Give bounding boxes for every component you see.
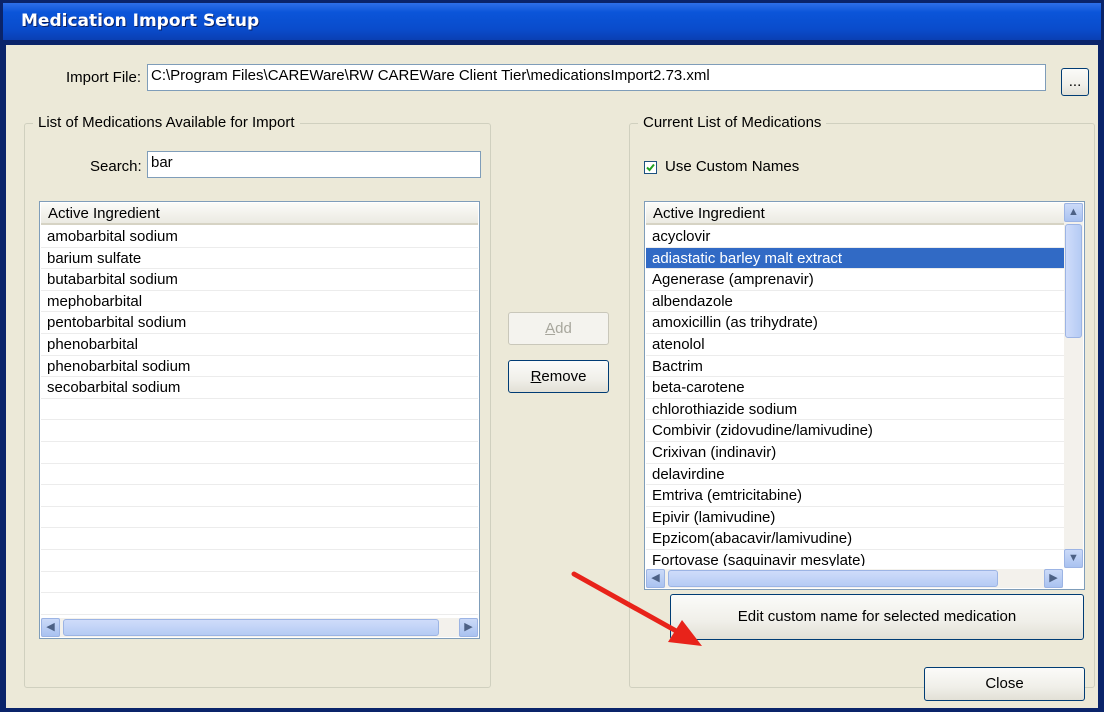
close-button[interactable]: Close bbox=[924, 667, 1085, 701]
current-list-item[interactable]: delavirdine bbox=[646, 464, 1064, 486]
available-group-title: List of Medications Available for Import bbox=[33, 114, 300, 131]
available-list-item[interactable]: butabarbital sodium bbox=[41, 269, 478, 291]
current-list-item[interactable]: amoxicillin (as trihydrate) bbox=[646, 312, 1064, 334]
scroll-thumb[interactable] bbox=[63, 619, 439, 636]
search-label: Search: bbox=[90, 158, 142, 175]
available-list-item[interactable] bbox=[41, 550, 478, 572]
current-medications-list: Active Ingredient acyclovir adiastatic ba… bbox=[644, 201, 1085, 590]
available-list-item[interactable] bbox=[41, 464, 478, 486]
add-mnemonic: A bbox=[545, 320, 556, 337]
title-bar[interactable]: Medication Import Setup bbox=[3, 3, 1101, 40]
current-vertical-scrollbar[interactable]: ▲ ▼ bbox=[1064, 203, 1083, 568]
available-list-item[interactable]: pentobarbital sodium bbox=[41, 312, 478, 334]
arrow-annotation-icon bbox=[571, 571, 702, 646]
remove-button[interactable]: Remove bbox=[508, 360, 609, 393]
scroll-left-icon[interactable]: ◀ bbox=[41, 618, 60, 637]
current-list-item[interactable]: Epzicom(abacavir/lamivudine) bbox=[646, 528, 1064, 550]
current-list-item[interactable]: Combivir (zidovudine/lamivudine) bbox=[646, 420, 1064, 442]
checkmark-icon bbox=[646, 163, 655, 172]
available-medications-list: Active Ingredient amobarbital sodium bari… bbox=[39, 201, 480, 639]
current-list-item[interactable]: Emtriva (emtricitabine) bbox=[646, 485, 1064, 507]
available-list-item[interactable] bbox=[41, 399, 478, 421]
dialog-window: Medication Import Setup Import File: C:\… bbox=[0, 0, 1104, 712]
available-list-item[interactable] bbox=[41, 420, 478, 442]
available-rows: amobarbital sodium barium sulfate butabarb… bbox=[41, 226, 478, 615]
available-list-item[interactable] bbox=[41, 593, 478, 615]
use-custom-names-checkbox[interactable] bbox=[644, 161, 657, 174]
current-list-item[interactable]: chlorothiazide sodium bbox=[646, 399, 1064, 421]
available-list-item[interactable]: secobarbital sodium bbox=[41, 377, 478, 399]
browse-button[interactable]: ... bbox=[1061, 68, 1089, 96]
available-list-item[interactable] bbox=[41, 442, 478, 464]
available-list-item[interactable] bbox=[41, 572, 478, 594]
edit-custom-name-button[interactable]: Edit custom name for selected medication bbox=[670, 594, 1084, 640]
add-button[interactable]: Add bbox=[508, 312, 609, 345]
scroll-right-icon[interactable]: ▶ bbox=[1044, 569, 1063, 588]
available-horizontal-scrollbar[interactable]: ◀ ▶ bbox=[41, 618, 478, 637]
current-list-item[interactable]: Crixivan (indinavir) bbox=[646, 442, 1064, 464]
import-file-field[interactable]: C:\Program Files\CAREWare\RW CAREWare Cl… bbox=[147, 64, 1046, 91]
current-list-item[interactable]: albendazole bbox=[646, 291, 1064, 313]
current-list-item[interactable]: adiastatic barley malt extract bbox=[646, 247, 1064, 270]
scroll-up-icon[interactable]: ▲ bbox=[1064, 203, 1083, 222]
search-input[interactable]: bar bbox=[147, 151, 481, 178]
available-column-header[interactable]: Active Ingredient bbox=[41, 203, 478, 225]
scroll-down-icon[interactable]: ▼ bbox=[1064, 549, 1083, 568]
current-list-item[interactable]: Agenerase (amprenavir) bbox=[646, 269, 1064, 291]
current-list-item[interactable]: beta-carotene bbox=[646, 377, 1064, 399]
current-list-item[interactable]: atenolol bbox=[646, 334, 1064, 356]
dialog-body: Import File: C:\Program Files\CAREWare\R… bbox=[6, 45, 1098, 708]
available-list-item[interactable]: barium sulfate bbox=[41, 248, 478, 270]
current-rows: acyclovir adiastatic barley malt extract A… bbox=[646, 226, 1064, 566]
current-list-item[interactable]: Epivir (lamivudine) bbox=[646, 507, 1064, 529]
current-group-title: Current List of Medications bbox=[638, 114, 827, 131]
window-title: Medication Import Setup bbox=[21, 11, 260, 31]
remove-mnemonic: R bbox=[530, 368, 542, 385]
remove-label-rest: emove bbox=[541, 368, 587, 385]
available-list-item[interactable]: mephobarbital bbox=[41, 291, 478, 313]
current-list-item[interactable]: Bactrim bbox=[646, 356, 1064, 378]
add-label-rest: dd bbox=[555, 320, 572, 337]
vertical-scroll-thumb[interactable] bbox=[1065, 224, 1082, 338]
available-list-item[interactable] bbox=[41, 485, 478, 507]
current-column-header[interactable]: Active Ingredient bbox=[646, 203, 1064, 225]
available-list-item[interactable] bbox=[41, 528, 478, 550]
available-list-item[interactable]: phenobarbital bbox=[41, 334, 478, 356]
available-list-item[interactable] bbox=[41, 507, 478, 529]
use-custom-names-label[interactable]: Use Custom Names bbox=[665, 158, 799, 175]
import-file-label: Import File: bbox=[66, 69, 142, 86]
current-list-item[interactable]: acyclovir bbox=[646, 226, 1064, 248]
scroll-right-icon[interactable]: ▶ bbox=[459, 618, 478, 637]
available-list-item[interactable]: phenobarbital sodium bbox=[41, 356, 478, 378]
available-list-item[interactable]: amobarbital sodium bbox=[41, 226, 478, 248]
